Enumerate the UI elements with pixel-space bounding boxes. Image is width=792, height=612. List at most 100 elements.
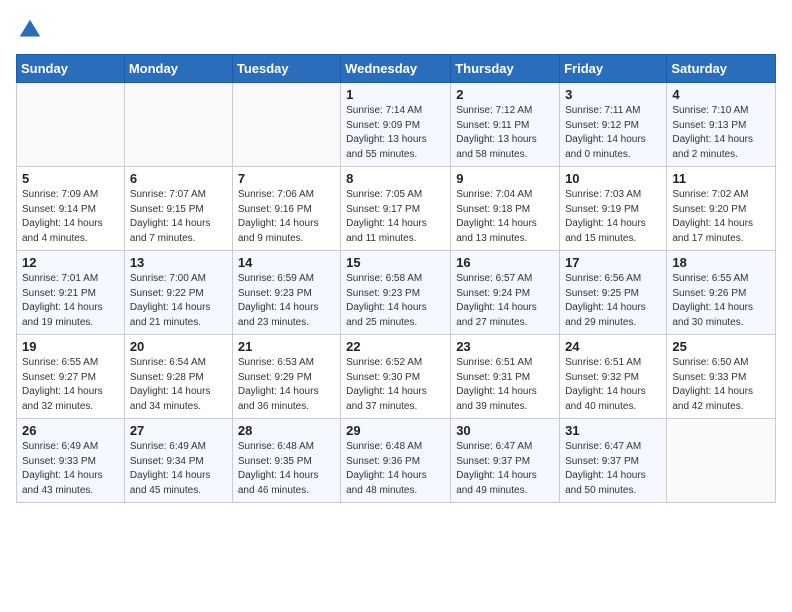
calendar-cell: 4Sunrise: 7:10 AMSunset: 9:13 PMDaylight… [667,83,776,167]
day-number: 18 [672,255,770,270]
day-number: 5 [22,171,119,186]
day-info: Sunrise: 6:48 AMSunset: 9:35 PMDaylight:… [238,440,335,498]
calendar-cell: 24 Sunrise: 6:51 AMSunset: 9:32 PMDayligh… [560,335,667,419]
calendar-cell: 11 Sunrise: 7:02 AMSunset: 9:20 PMDayligh… [667,167,776,251]
week-row-4: 19 Sunrise: 6:55 AMSunset: 9:27 PMDayligh… [17,335,776,419]
day-info: Sunrise: 7:09 AMSunset: 9:14 PMDaylight:… [22,188,119,246]
calendar-cell: 31 Sunrise: 6:47 AMSunset: 9:37 PMDayligh… [560,419,667,503]
calendar-cell: 10 Sunrise: 7:03 AMSunset: 9:19 PMDayligh… [560,167,667,251]
day-number: 9 [456,171,554,186]
calendar-cell: 9 Sunrise: 7:04 AMSunset: 9:18 PMDaylight… [451,167,560,251]
day-number: 8 [346,171,445,186]
day-info: Sunrise: 6:49 AMSunset: 9:34 PMDaylight:… [130,440,227,498]
day-number: 1 [346,87,445,102]
day-number: 11 [672,171,770,186]
day-number: 2 [456,87,554,102]
calendar-cell: 1Sunrise: 7:14 AMSunset: 9:09 PMDaylight… [341,83,451,167]
calendar-cell: 26 Sunrise: 6:49 AMSunset: 9:33 PMDayligh… [17,419,125,503]
day-number: 14 [238,255,335,270]
day-info: Sunrise: 6:47 AMSunset: 9:37 PMDaylight:… [565,440,661,498]
calendar-cell: 3 Sunrise: 7:11 AMSunset: 9:12 PMDaylight… [560,83,667,167]
day-number: 4 [672,87,770,102]
day-number: 19 [22,339,119,354]
week-row-3: 12 Sunrise: 7:01 AMSunset: 9:21 PMDayligh… [17,251,776,335]
day-info: Sunrise: 6:49 AMSunset: 9:33 PMDaylight:… [22,440,119,498]
day-number: 29 [346,423,445,438]
day-number: 3 [565,87,661,102]
calendar-cell: 30 Sunrise: 6:47 AMSunset: 9:37 PMDayligh… [451,419,560,503]
logo-icon [16,16,44,44]
calendar-cell [667,419,776,503]
day-info: Sunrise: 6:51 AMSunset: 9:32 PMDaylight:… [565,356,661,414]
calendar-cell [232,83,340,167]
logo [16,16,48,44]
day-info: Sunrise: 7:00 AMSunset: 9:22 PMDaylight:… [130,272,227,330]
calendar-cell: 5 Sunrise: 7:09 AMSunset: 9:14 PMDaylight… [17,167,125,251]
day-number: 31 [565,423,661,438]
day-number: 13 [130,255,227,270]
day-info: Sunrise: 7:06 AMSunset: 9:16 PMDaylight:… [238,188,335,246]
day-number: 24 [565,339,661,354]
day-number: 23 [456,339,554,354]
day-number: 20 [130,339,227,354]
calendar-cell [17,83,125,167]
day-number: 6 [130,171,227,186]
calendar-cell: 13 Sunrise: 7:00 AMSunset: 9:22 PMDayligh… [124,251,232,335]
calendar-cell: 15 Sunrise: 6:58 AMSunset: 9:23 PMDayligh… [341,251,451,335]
day-info: Sunrise: 7:07 AMSunset: 9:15 PMDaylight:… [130,188,227,246]
calendar-cell: 8 Sunrise: 7:05 AMSunset: 9:17 PMDaylight… [341,167,451,251]
weekday-header-friday: Friday [560,55,667,83]
calendar-cell: 7Sunrise: 7:06 AMSunset: 9:16 PMDaylight… [232,167,340,251]
weekday-header-sunday: Sunday [17,55,125,83]
calendar-table: SundayMondayTuesdayWednesdayThursdayFrid… [16,54,776,503]
day-info: Sunrise: 6:53 AMSunset: 9:29 PMDaylight:… [238,356,335,414]
day-info: Sunrise: 6:47 AMSunset: 9:37 PMDaylight:… [456,440,554,498]
weekday-header-row: SundayMondayTuesdayWednesdayThursdayFrid… [17,55,776,83]
week-row-5: 26 Sunrise: 6:49 AMSunset: 9:33 PMDayligh… [17,419,776,503]
day-info: Sunrise: 7:11 AMSunset: 9:12 PMDaylight:… [565,104,661,162]
calendar-cell: 20 Sunrise: 6:54 AMSunset: 9:28 PMDayligh… [124,335,232,419]
calendar-cell: 22Sunrise: 6:52 AMSunset: 9:30 PMDayligh… [341,335,451,419]
day-number: 26 [22,423,119,438]
day-info: Sunrise: 6:55 AMSunset: 9:27 PMDaylight:… [22,356,119,414]
calendar-cell: 2 Sunrise: 7:12 AMSunset: 9:11 PMDaylight… [451,83,560,167]
calendar-cell: 6 Sunrise: 7:07 AMSunset: 9:15 PMDaylight… [124,167,232,251]
weekday-header-tuesday: Tuesday [232,55,340,83]
week-row-1: 1Sunrise: 7:14 AMSunset: 9:09 PMDaylight… [17,83,776,167]
day-number: 22 [346,339,445,354]
day-number: 10 [565,171,661,186]
day-info: Sunrise: 7:04 AMSunset: 9:18 PMDaylight:… [456,188,554,246]
calendar-cell: 14Sunrise: 6:59 AMSunset: 9:23 PMDayligh… [232,251,340,335]
calendar-cell: 19 Sunrise: 6:55 AMSunset: 9:27 PMDayligh… [17,335,125,419]
weekday-header-monday: Monday [124,55,232,83]
day-number: 21 [238,339,335,354]
day-info: Sunrise: 6:58 AMSunset: 9:23 PMDaylight:… [346,272,445,330]
day-number: 17 [565,255,661,270]
day-info: Sunrise: 7:02 AMSunset: 9:20 PMDaylight:… [672,188,770,246]
day-info: Sunrise: 6:50 AMSunset: 9:33 PMDaylight:… [672,356,770,414]
day-info: Sunrise: 6:48 AMSunset: 9:36 PMDaylight:… [346,440,445,498]
day-number: 28 [238,423,335,438]
day-info: Sunrise: 7:01 AMSunset: 9:21 PMDaylight:… [22,272,119,330]
calendar-cell: 29 Sunrise: 6:48 AMSunset: 9:36 PMDayligh… [341,419,451,503]
day-number: 25 [672,339,770,354]
day-info: Sunrise: 7:03 AMSunset: 9:19 PMDaylight:… [565,188,661,246]
calendar-cell: 25 Sunrise: 6:50 AMSunset: 9:33 PMDayligh… [667,335,776,419]
calendar-cell: 28 Sunrise: 6:48 AMSunset: 9:35 PMDayligh… [232,419,340,503]
calendar-cell [124,83,232,167]
day-info: Sunrise: 6:56 AMSunset: 9:25 PMDaylight:… [565,272,661,330]
weekday-header-saturday: Saturday [667,55,776,83]
day-number: 27 [130,423,227,438]
day-number: 15 [346,255,445,270]
calendar-cell: 12 Sunrise: 7:01 AMSunset: 9:21 PMDayligh… [17,251,125,335]
week-row-2: 5 Sunrise: 7:09 AMSunset: 9:14 PMDaylight… [17,167,776,251]
day-number: 30 [456,423,554,438]
page-header [16,16,776,44]
day-info: Sunrise: 7:12 AMSunset: 9:11 PMDaylight:… [456,104,554,162]
day-info: Sunrise: 7:05 AMSunset: 9:17 PMDaylight:… [346,188,445,246]
day-number: 12 [22,255,119,270]
day-info: Sunrise: 6:54 AMSunset: 9:28 PMDaylight:… [130,356,227,414]
calendar-cell: 21 Sunrise: 6:53 AMSunset: 9:29 PMDayligh… [232,335,340,419]
day-info: Sunrise: 6:51 AMSunset: 9:31 PMDaylight:… [456,356,554,414]
weekday-header-thursday: Thursday [451,55,560,83]
